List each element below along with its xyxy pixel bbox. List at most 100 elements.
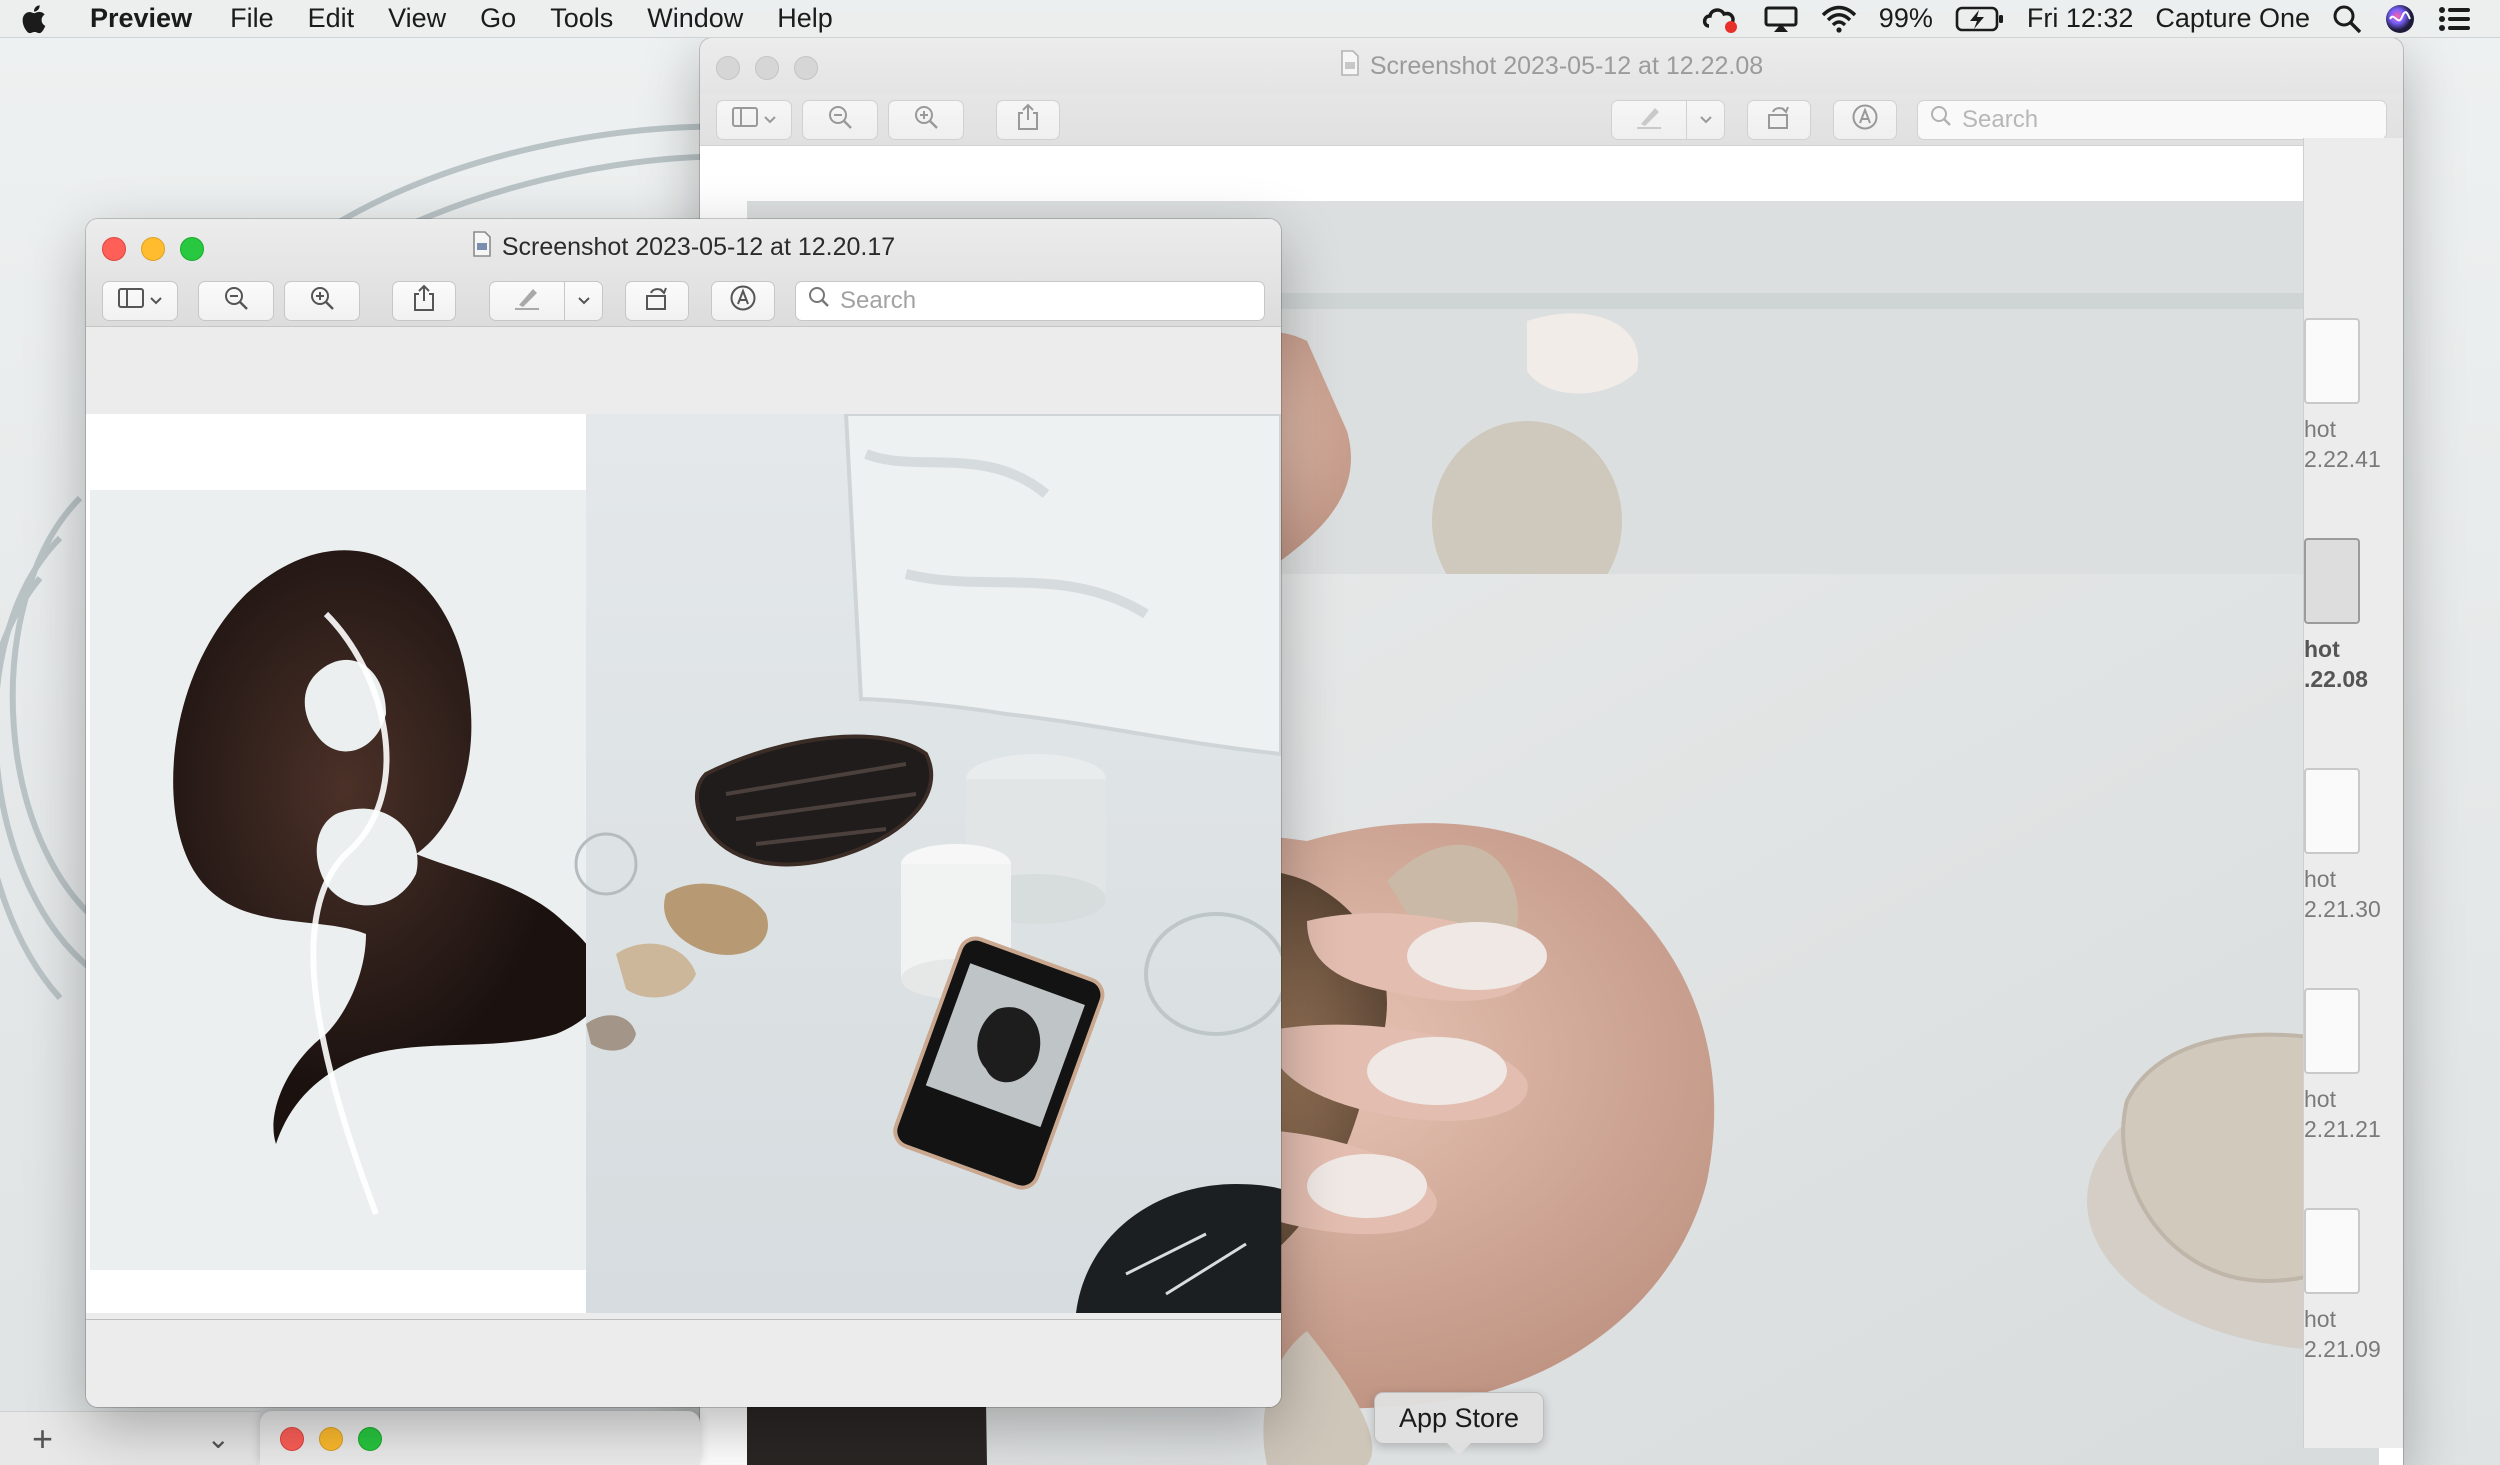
share-button[interactable] [996,99,1060,140]
search-icon [808,286,830,315]
battery-percentage: 99% [1878,3,1933,33]
thumbnail-label-line1: hot [2304,636,2340,662]
add-button[interactable]: + [32,1418,53,1460]
front-window-document-area [86,327,1281,1319]
minimize-button[interactable] [319,1427,343,1451]
rotate-button[interactable] [1747,99,1811,140]
thumbnail-sidebar: hot 2.22.41 hot .22.08 hot 2.21.30 hot 2… [2303,138,2403,1448]
share-icon [413,284,435,317]
zoom-in-icon [913,104,939,135]
back-search-field[interactable] [1917,99,2387,140]
thumbnail-label-line1: hot [2304,416,2336,442]
wifi-icon[interactable] [1821,5,1857,33]
highlight-button[interactable] [489,280,565,321]
markup-button[interactable] [711,280,775,321]
airplay-icon[interactable] [1763,5,1799,33]
control-center-icon[interactable] [2438,5,2472,33]
menu-clock[interactable]: Fri 12:32 [2027,3,2134,34]
chevron-down-icon [577,292,590,310]
rotate-button[interactable] [625,280,689,321]
zoom-button[interactable] [794,56,818,80]
dock-tooltip: App Store [1374,1392,1545,1455]
front-window-toolbar [86,275,1281,327]
highlight-button[interactable] [1611,99,1687,140]
zoom-out-button[interactable] [198,280,274,321]
highlight-menu-button[interactable] [565,280,603,321]
front-window-footer [86,1319,1281,1407]
siri-icon[interactable] [2384,3,2416,35]
rotate-icon [1765,104,1793,135]
zoom-out-icon [223,285,249,316]
pen-icon [513,285,541,316]
creative-cloud-icon[interactable] [1701,4,1741,34]
menu-window[interactable]: Window [647,3,743,34]
chevron-down-button[interactable]: ⌄ [207,1422,230,1455]
pen-icon [1635,104,1663,135]
document-icon [1340,49,1360,83]
back-window-titlebar[interactable]: Screenshot 2023-05-12 at 12.22.08 [700,38,2403,94]
highlight-menu-button[interactable] [1687,99,1725,140]
menu-active-app[interactable]: Capture One [2155,3,2310,34]
menu-file[interactable]: File [230,3,274,34]
markup-pen-control [1611,99,1725,140]
zoom-out-icon [827,104,853,135]
markup-pen-control [489,280,603,321]
share-button[interactable] [392,280,456,321]
zoom-button[interactable] [358,1427,382,1451]
menu-help[interactable]: Help [777,3,833,34]
chevron-down-icon [764,111,776,129]
chevron-down-icon [150,292,162,310]
markup-icon [729,284,757,317]
thumbnail-label-line2: 2.21.30 [2304,896,2381,922]
preview-window-active[interactable]: Screenshot 2023-05-12 at 12.20.17 [86,219,1281,1407]
sidebar-toggle-button[interactable] [102,280,178,321]
back-window-controls [716,56,818,80]
back-window-title: Screenshot 2023-05-12 at 12.22.08 [1369,51,1764,80]
rotate-icon [643,285,671,316]
sidebar-toggle-button[interactable] [716,99,792,140]
front-window-titlebar[interactable]: Screenshot 2023-05-12 at 12.20.17 [86,219,1281,275]
zoom-in-button[interactable] [284,280,360,321]
thumbnail-image [2304,988,2360,1074]
back-window-toolbar [700,94,2403,146]
chevron-down-icon [1699,111,1712,129]
markup-button[interactable] [1833,99,1897,140]
thumbnail-image [2304,1208,2360,1294]
spotlight-search-icon[interactable] [2332,4,2362,34]
thumbnail-label-line2: .22.08 [2304,666,2368,692]
apple-icon[interactable] [22,3,56,35]
thumbnail-image [2304,538,2360,624]
close-button[interactable] [716,56,740,80]
finder-window-controls [280,1427,382,1451]
sidebar-icon [732,107,758,132]
zoom-button[interactable] [180,237,204,261]
menu-tools[interactable]: Tools [550,3,613,34]
zoom-in-icon [309,285,335,316]
menu-go[interactable]: Go [480,3,516,34]
minimize-button[interactable] [755,56,779,80]
front-search-field[interactable] [795,280,1265,321]
menu-edit[interactable]: Edit [308,3,355,34]
front-window-title: Screenshot 2023-05-12 at 12.20.17 [501,232,896,261]
thumbnail-image [2304,318,2360,404]
zoom-out-button[interactable] [802,99,878,140]
search-icon [1930,105,1952,134]
markup-icon [1851,103,1879,136]
zoom-in-button[interactable] [888,99,964,140]
front-window-controls [102,237,204,261]
thumbnail-label-line2: 2.21.21 [2304,1116,2381,1142]
finder-window[interactable] [260,1411,700,1465]
menu-view[interactable]: View [388,3,446,34]
back-search-input[interactable] [1962,105,2386,134]
close-button[interactable] [102,237,126,261]
share-icon [1017,103,1039,136]
menu-bar-status-area: 99% Fri 12:32 Capture One [1701,3,2472,35]
document-icon [472,230,492,264]
minimize-button[interactable] [141,237,165,261]
close-button[interactable] [280,1427,304,1451]
menu-app-name[interactable]: Preview [90,3,192,34]
front-search-input[interactable] [840,286,1264,315]
sidebar-icon [118,288,144,313]
menu-bar: Preview File Edit View Go Tools Window H… [0,0,2500,38]
battery-charging-icon[interactable] [1955,5,2005,33]
